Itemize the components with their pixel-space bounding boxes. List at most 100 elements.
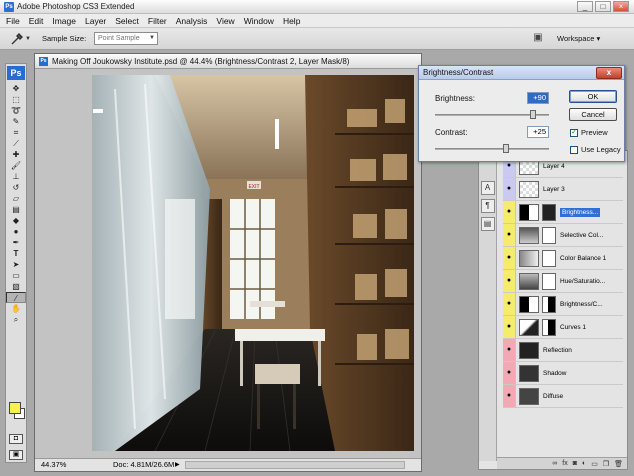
layer-row[interactable]: ● Curves 1 bbox=[503, 316, 623, 339]
layer-row[interactable]: ● Reflection bbox=[503, 339, 623, 362]
document-title-bar[interactable]: Ps Making Off Joukowsky Institute.psd @ … bbox=[35, 54, 421, 69]
menu-layer[interactable]: Layer bbox=[85, 16, 106, 26]
layer-row[interactable]: ● Layer 3 bbox=[503, 178, 623, 201]
gradient-icon[interactable]: ▤ bbox=[6, 204, 26, 215]
canvas-area[interactable]: EXIT bbox=[35, 69, 421, 459]
visibility-eye-icon[interactable]: ● bbox=[503, 201, 516, 223]
layer-row[interactable]: ● Diffuse bbox=[503, 385, 623, 408]
mask-icon[interactable]: ◙ bbox=[573, 460, 577, 467]
crop-icon[interactable]: ⌗ bbox=[6, 127, 26, 138]
lasso-icon[interactable]: ➰ bbox=[6, 105, 26, 116]
eyedropper-tool-icon[interactable]: ⁄ bbox=[6, 292, 26, 303]
workspace-button[interactable]: Workspace ▾ bbox=[557, 34, 600, 43]
quick-select-icon[interactable]: ✎ bbox=[6, 116, 26, 127]
menu-window[interactable]: Window bbox=[244, 16, 274, 26]
menu-edit[interactable]: Edit bbox=[29, 16, 44, 26]
layer-mask-thumbnail[interactable] bbox=[542, 272, 556, 290]
layer-mask-thumbnail[interactable] bbox=[542, 226, 556, 244]
minimize-button[interactable]: _ bbox=[577, 1, 593, 12]
layer-row[interactable]: ● Color Balance 1 bbox=[503, 247, 623, 270]
layer-row[interactable]: ● Hue/Saturatio... bbox=[503, 270, 623, 293]
layer-mask-thumbnail[interactable] bbox=[542, 203, 556, 221]
screen-mode-icon[interactable]: ▣ bbox=[9, 450, 23, 460]
history-brush-icon[interactable]: ↺ bbox=[6, 182, 26, 193]
use-legacy-label: Use Legacy bbox=[581, 145, 621, 154]
fx-icon[interactable]: fx bbox=[562, 460, 567, 467]
layer-mask-thumbnail[interactable] bbox=[542, 318, 556, 336]
menu-file[interactable]: File bbox=[6, 16, 20, 26]
visibility-eye-icon[interactable]: ● bbox=[503, 270, 516, 292]
new-layer-icon[interactable]: ❐ bbox=[603, 460, 609, 468]
dialog-title: Brightness/Contrast bbox=[423, 68, 494, 77]
use-legacy-checkbox[interactable]: Use Legacy bbox=[570, 145, 621, 154]
menu-help[interactable]: Help bbox=[283, 16, 300, 26]
visibility-eye-icon[interactable]: ● bbox=[503, 247, 516, 269]
sample-size-select[interactable]: Point Sample ▼ bbox=[94, 32, 158, 45]
dialog-close-button[interactable]: x bbox=[596, 67, 622, 79]
pen-icon[interactable]: ✒ bbox=[6, 237, 26, 248]
menu-view[interactable]: View bbox=[216, 16, 234, 26]
contrast-slider-track[interactable] bbox=[435, 148, 549, 150]
marquee-icon[interactable]: ⬚ bbox=[6, 94, 26, 105]
zoom-icon[interactable]: ⌕ bbox=[6, 314, 26, 325]
layer-mask-thumbnail[interactable] bbox=[542, 249, 556, 267]
blur-icon[interactable]: ◆ bbox=[6, 215, 26, 226]
horizontal-scrollbar[interactable] bbox=[185, 461, 405, 469]
menu-analysis[interactable]: Analysis bbox=[176, 16, 208, 26]
group-icon[interactable]: ▭ bbox=[591, 460, 598, 468]
dialog-title-bar[interactable]: Brightness/Contrast bbox=[419, 66, 624, 80]
eyedropper-icon[interactable] bbox=[10, 32, 24, 46]
status-menu-arrow-icon[interactable]: ▶ bbox=[175, 459, 180, 471]
eraser-icon[interactable]: ▱ bbox=[6, 193, 26, 204]
bridge-icon[interactable]: ▣ bbox=[530, 32, 546, 45]
layer-row[interactable]: ● Selective Col... bbox=[503, 224, 623, 247]
preview-checkbox[interactable]: ✓ Preview bbox=[570, 128, 608, 137]
visibility-eye-icon[interactable]: ● bbox=[503, 339, 516, 361]
link-icon[interactable]: ∞ bbox=[552, 460, 557, 467]
close-button[interactable]: × bbox=[613, 1, 629, 12]
character-panel-icon[interactable]: A bbox=[480, 181, 495, 195]
adjustment-thumbnail bbox=[519, 203, 539, 221]
healing-icon[interactable]: ✚ bbox=[6, 149, 26, 160]
visibility-eye-icon[interactable]: ● bbox=[503, 224, 516, 246]
layer-mask-thumbnail[interactable] bbox=[542, 295, 556, 313]
paragraph-panel-icon[interactable]: ¶ bbox=[480, 199, 495, 213]
canvas-image[interactable]: EXIT bbox=[35, 69, 421, 459]
brightness-slider-thumb[interactable] bbox=[530, 110, 537, 119]
visibility-eye-icon[interactable]: ● bbox=[503, 178, 516, 200]
layer-comps-icon[interactable]: ▤ bbox=[480, 217, 495, 231]
menu-select[interactable]: Select bbox=[115, 16, 139, 26]
brush-icon[interactable]: 🖌 bbox=[6, 160, 26, 171]
tool-preset-arrow-icon[interactable]: ▼ bbox=[25, 36, 31, 42]
visibility-eye-icon[interactable]: ● bbox=[503, 362, 516, 384]
visibility-eye-icon[interactable]: ● bbox=[503, 316, 516, 338]
path-select-icon[interactable]: ➤ bbox=[6, 259, 26, 270]
layer-row[interactable]: ● Shadow bbox=[503, 362, 623, 385]
trash-icon[interactable]: 🗑 bbox=[614, 460, 623, 468]
cancel-button[interactable]: Cancel bbox=[569, 108, 617, 121]
quick-mask-icon[interactable]: ◘ bbox=[9, 434, 23, 444]
move-icon[interactable]: ✥ bbox=[6, 83, 26, 94]
foreground-color-swatch[interactable] bbox=[9, 402, 21, 414]
layer-row[interactable]: ● Brightness/C... bbox=[503, 293, 623, 316]
slice-icon[interactable]: ⟋ bbox=[6, 138, 26, 149]
contrast-input[interactable]: +25 bbox=[527, 126, 549, 138]
dodge-icon[interactable]: ● bbox=[6, 226, 26, 237]
zoom-level[interactable]: 44.37% bbox=[41, 459, 66, 471]
menu-bar: File Edit Image Layer Select Filter Anal… bbox=[0, 14, 634, 28]
hand-icon[interactable]: ✋ bbox=[6, 303, 26, 314]
menu-filter[interactable]: Filter bbox=[148, 16, 167, 26]
adjustment-icon[interactable]: ◐ bbox=[582, 460, 586, 467]
clone-stamp-icon[interactable]: ⊥ bbox=[6, 171, 26, 182]
contrast-slider-thumb[interactable] bbox=[502, 144, 509, 153]
shape-icon[interactable]: ▭ bbox=[6, 270, 26, 281]
brightness-input[interactable]: +90 bbox=[527, 92, 549, 104]
layer-row-selected[interactable]: ● Brightness... bbox=[503, 201, 623, 224]
type-icon[interactable]: T bbox=[6, 248, 26, 259]
visibility-eye-icon[interactable]: ● bbox=[503, 385, 516, 407]
ok-button[interactable]: OK bbox=[569, 90, 617, 103]
notes-icon[interactable]: ▧ bbox=[6, 281, 26, 292]
menu-image[interactable]: Image bbox=[52, 16, 76, 26]
visibility-eye-icon[interactable]: ● bbox=[503, 293, 516, 315]
maximize-button[interactable]: □ bbox=[595, 1, 611, 12]
